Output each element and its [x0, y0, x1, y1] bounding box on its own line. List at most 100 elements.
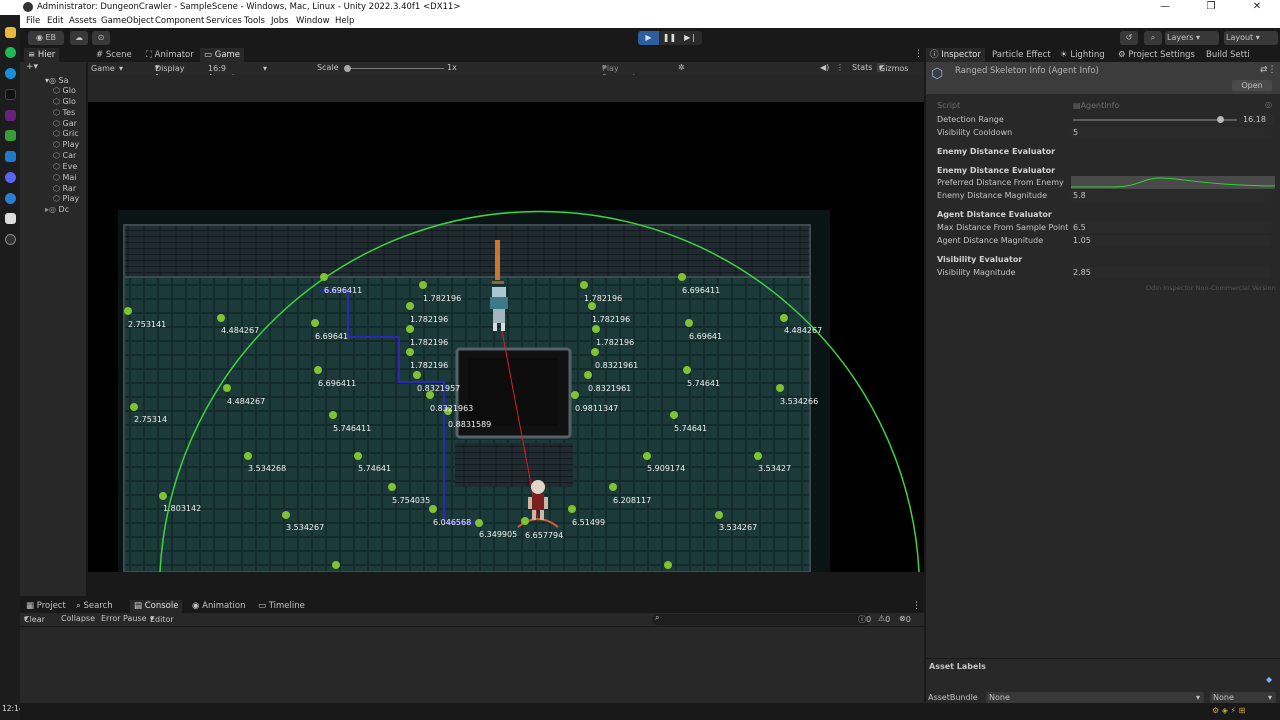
edge-icon[interactable] [5, 68, 16, 79]
editor-dropdown[interactable]: Editor ▾ [150, 614, 174, 624]
hierarchy-item[interactable]: ⬡ Mai [53, 173, 77, 182]
hierarchy-item[interactable]: ⬡ Gar [53, 119, 77, 128]
hierarchy-item[interactable]: ⬡ Car [53, 151, 76, 160]
console-search-input[interactable]: ⌕ [652, 613, 870, 625]
sample-point-label: 6.349905 [479, 530, 518, 539]
hierarchy-scene-row[interactable]: ▾◎ Sa [45, 76, 69, 85]
hierarchy-item[interactable]: ⬡ Gric [53, 129, 79, 138]
unity-icon[interactable] [5, 213, 16, 224]
sample-point-label: 0.8321961 [588, 384, 632, 393]
play-focused-dropdown[interactable]: Play Focused ▾ [602, 63, 635, 82]
sun-icon[interactable]: ✲ [678, 63, 685, 72]
agent-distance-magnitude-field[interactable]: 1.05 [1071, 235, 1271, 246]
close-icon[interactable]: ✕ [1234, 0, 1280, 15]
hierarchy-item[interactable]: ▸◎ Dc [45, 205, 69, 214]
hierarchy-item[interactable]: ⬡ Play [53, 194, 79, 203]
discord-icon[interactable] [5, 172, 16, 183]
mute-icon[interactable]: ◀) [820, 63, 829, 72]
stats-icon[interactable]: ⋮ [836, 63, 844, 72]
tab-animation[interactable]: ◉ Animation [188, 600, 249, 613]
tiktok-icon[interactable] [5, 89, 16, 100]
hierarchy-item[interactable]: ⬡ Glo [53, 86, 76, 95]
vs-icon[interactable] [5, 110, 16, 121]
tab-animator[interactable]: ⛶ Animator [142, 48, 198, 62]
tab-inspector[interactable]: ⓘ Inspector [926, 48, 985, 62]
tab-project-settings[interactable]: ⚙ Project Settings [1114, 48, 1199, 62]
stats-button[interactable]: Stats [852, 63, 872, 72]
tab-build-settings[interactable]: Build Setti [1202, 48, 1254, 62]
layers-dropdown[interactable]: Layers ▾ [1165, 31, 1219, 45]
menu-help[interactable]: Help [335, 16, 354, 26]
visibility-magnitude-field[interactable]: 2.85 [1071, 267, 1271, 278]
spotify-icon[interactable] [5, 47, 16, 58]
maximize-icon[interactable]: ❐ [1188, 0, 1234, 15]
open-button[interactable]: Open [1232, 80, 1272, 91]
tab-game[interactable]: ▭ Game [200, 48, 245, 62]
menu-jobs[interactable]: Jobs [271, 16, 289, 26]
warning-count-toggle[interactable]: ⚠ 0 [878, 614, 890, 624]
asset-bundle-variant-dropdown[interactable]: None ▾ [1210, 692, 1276, 703]
collapse-button[interactable]: Collapse [61, 614, 95, 623]
minimize-icon[interactable]: — [1142, 0, 1188, 15]
settings-icon[interactable]: ⇄⋮ [1260, 65, 1277, 75]
scale-slider-handle[interactable] [344, 65, 351, 72]
tab-timeline[interactable]: ▭ Timeline [254, 600, 309, 613]
display-dropdown[interactable]: Display 1 ▾ [155, 63, 185, 82]
layout-dropdown[interactable]: Layout ▾ [1224, 31, 1278, 45]
cloud-icon[interactable]: ☁ [70, 31, 88, 45]
console-log-area[interactable] [20, 627, 924, 703]
tag-icon[interactable]: ◆ [1266, 675, 1272, 684]
menu-tools[interactable]: Tools [244, 16, 265, 26]
error-pause-button[interactable]: Error Pause [101, 614, 147, 623]
vscode-icon[interactable] [5, 151, 16, 162]
menu-assets[interactable]: Assets [69, 16, 97, 26]
tab-search[interactable]: ⌕ Search [72, 600, 117, 613]
asset-bundle-dropdown[interactable]: None ▾ [986, 692, 1204, 703]
obs-icon[interactable] [5, 234, 16, 245]
enemy-distance-magnitude-field[interactable]: 5.8 [1071, 190, 1271, 201]
tab-lighting[interactable]: ☀ Lighting [1056, 48, 1109, 62]
game-view[interactable]: 6.696411 1.782196 1.782196 6.696411 2.753141… [88, 75, 924, 572]
tab-hierarchy[interactable]: ≡ Hier [24, 48, 60, 62]
explorer-icon[interactable] [5, 27, 16, 38]
detection-range-slider[interactable] [1073, 116, 1237, 123]
hierarchy-item[interactable]: ⬡ Play [53, 140, 79, 149]
max-distance-field[interactable]: 6.5 [1071, 222, 1271, 233]
menu-services[interactable]: Services [206, 16, 242, 26]
tab-scene[interactable]: # Scene [92, 48, 136, 62]
scale-slider[interactable] [344, 65, 444, 72]
preferred-distance-curve[interactable] [1071, 176, 1276, 189]
play-button[interactable]: ▶ [638, 31, 659, 45]
scale-label: Scale [317, 63, 339, 72]
hierarchy-item[interactable]: ⬡ Tes [53, 108, 75, 117]
menu-component[interactable]: Component [155, 16, 204, 26]
app-icon[interactable] [5, 130, 16, 141]
account-button[interactable]: ◉ EB [28, 31, 64, 45]
hierarchy-item[interactable]: ⬡ Glo [53, 97, 76, 106]
undo-history-icon[interactable]: ↺ [1120, 31, 1138, 45]
gizmos-button[interactable]: Gizmos ▾ [877, 63, 908, 73]
step-button[interactable]: ▶❘ [680, 31, 701, 45]
menu-edit[interactable]: Edit [47, 16, 63, 26]
collab-icon[interactable]: ⊙ [92, 31, 110, 45]
menu-file[interactable]: File [26, 16, 40, 26]
tab-project[interactable]: ▦ Project [22, 600, 70, 613]
browser-icon[interactable] [5, 193, 16, 204]
error-count-toggle[interactable]: ⊗ 0 [899, 614, 911, 624]
more-icon[interactable]: ⋮ [914, 49, 923, 59]
script-target-icon[interactable]: ◎ [1265, 100, 1272, 109]
info-count-toggle[interactable]: ⓘ 0 [858, 614, 871, 625]
hierarchy-item[interactable]: ⬡ Eve [53, 162, 77, 171]
detection-range-value[interactable]: 16.18 [1241, 114, 1274, 125]
search-icon[interactable]: ⌕ [1144, 31, 1162, 45]
menu-gameobject[interactable]: GameObject [101, 16, 154, 26]
tab-console[interactable]: ▤ Console [130, 600, 183, 613]
hierarchy-item[interactable]: ⬡ Rar [53, 184, 76, 193]
add-icon[interactable]: +▾ [26, 62, 38, 72]
visibility-cooldown-field[interactable]: 5 [1071, 127, 1271, 138]
more-icon[interactable]: ⋮ [912, 601, 921, 611]
pause-button[interactable]: ❚❚ [659, 31, 680, 45]
menu-window[interactable]: Window [296, 16, 330, 26]
clear-button[interactable]: Clear ▾ [24, 614, 45, 624]
tab-particle-effect[interactable]: Particle Effect [988, 48, 1055, 62]
